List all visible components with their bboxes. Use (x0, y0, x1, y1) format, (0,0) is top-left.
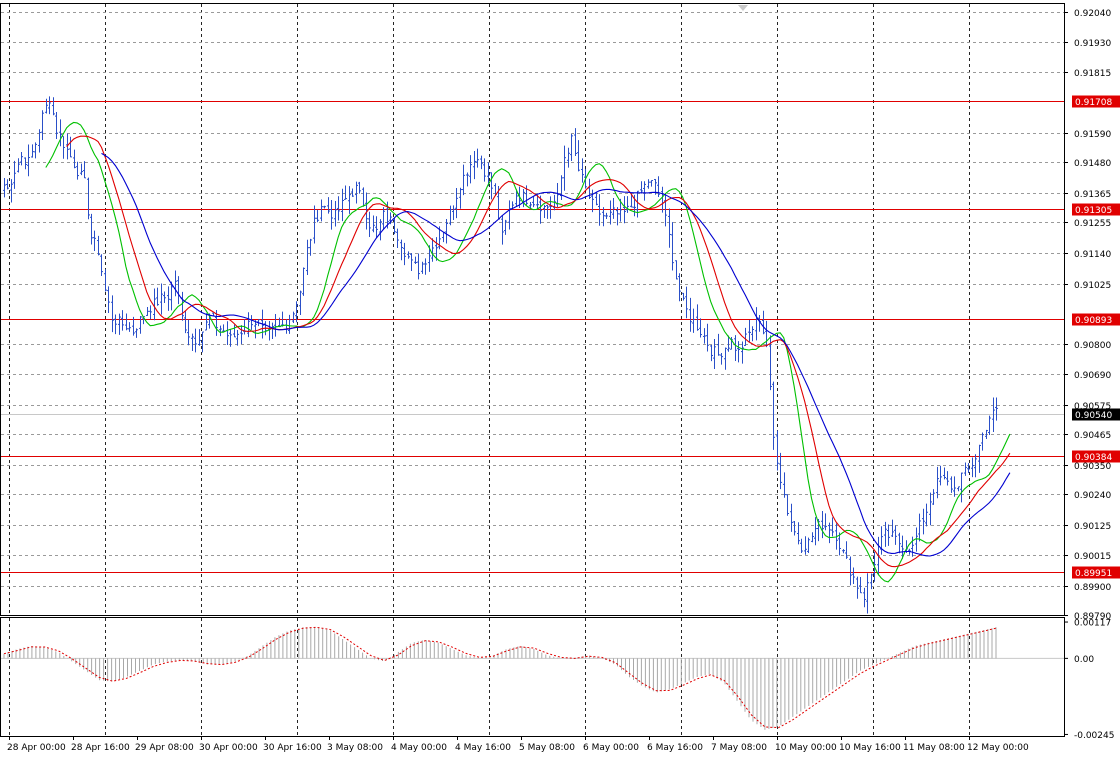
level-price-label: 0.90893 (1075, 316, 1112, 326)
price-label: 0.92040 (1074, 9, 1111, 19)
time-label: 12 May 00:00 (967, 743, 1029, 753)
time-label: 6 May 00:00 (583, 743, 639, 753)
time-label: 5 May 08:00 (519, 743, 575, 753)
time-label: 11 May 08:00 (903, 743, 965, 753)
time-label: 7 May 08:00 (711, 743, 767, 753)
chart-window[interactable]: 0.91708 0.91305 0.90893 0.90384 0.89951 0.905… (0, 0, 1120, 758)
time-label: 28 Apr 16:00 (71, 743, 130, 753)
price-label: 0.90240 (1074, 491, 1111, 501)
osc-label: 0.00117 (1074, 619, 1111, 629)
price-chart[interactable]: 0.917080.913050.908930.903840.899510.905… (0, 0, 1120, 758)
time-label: 30 Apr 00:00 (199, 743, 258, 753)
price-label: 0.90015 (1074, 552, 1111, 562)
time-label: 6 May 16:00 (647, 743, 703, 753)
price-label: 0.91480 (1074, 159, 1111, 169)
level-price-label: 0.91708 (1075, 98, 1112, 108)
level-price-label: 0.89951 (1075, 569, 1112, 579)
price-label: 0.90125 (1074, 522, 1111, 532)
time-label: 10 May 16:00 (839, 743, 901, 753)
price-label: 0.91140 (1074, 250, 1111, 260)
price-label: 0.91590 (1074, 130, 1111, 140)
price-label: 0.91815 (1074, 69, 1111, 79)
price-label: 0.90350 (1074, 462, 1111, 472)
current-price-label: 0.90540 (1075, 411, 1112, 421)
price-label: 0.91025 (1074, 281, 1111, 291)
time-label: 30 Apr 16:00 (263, 743, 322, 753)
price-label: 0.89900 (1074, 583, 1111, 593)
time-label: 28 Apr 00:00 (7, 743, 66, 753)
price-label: 0.91930 (1074, 39, 1111, 49)
time-label: 4 May 00:00 (391, 743, 447, 753)
osc-label: -0.00245 (1074, 731, 1114, 741)
level-price-label: 0.91305 (1075, 206, 1112, 216)
price-label: 0.90465 (1074, 431, 1111, 441)
osc-label: 0.00 (1074, 655, 1094, 665)
time-label: 3 May 08:00 (327, 743, 383, 753)
time-label: 10 May 00:00 (775, 743, 837, 753)
price-label: 0.90575 (1074, 402, 1111, 412)
price-label: 0.90690 (1074, 371, 1111, 381)
price-label: 0.91365 (1074, 190, 1111, 200)
price-label: 0.90800 (1074, 341, 1111, 351)
price-label: 0.91255 (1074, 219, 1111, 229)
time-label: 29 Apr 08:00 (135, 743, 194, 753)
time-label: 4 May 16:00 (455, 743, 511, 753)
